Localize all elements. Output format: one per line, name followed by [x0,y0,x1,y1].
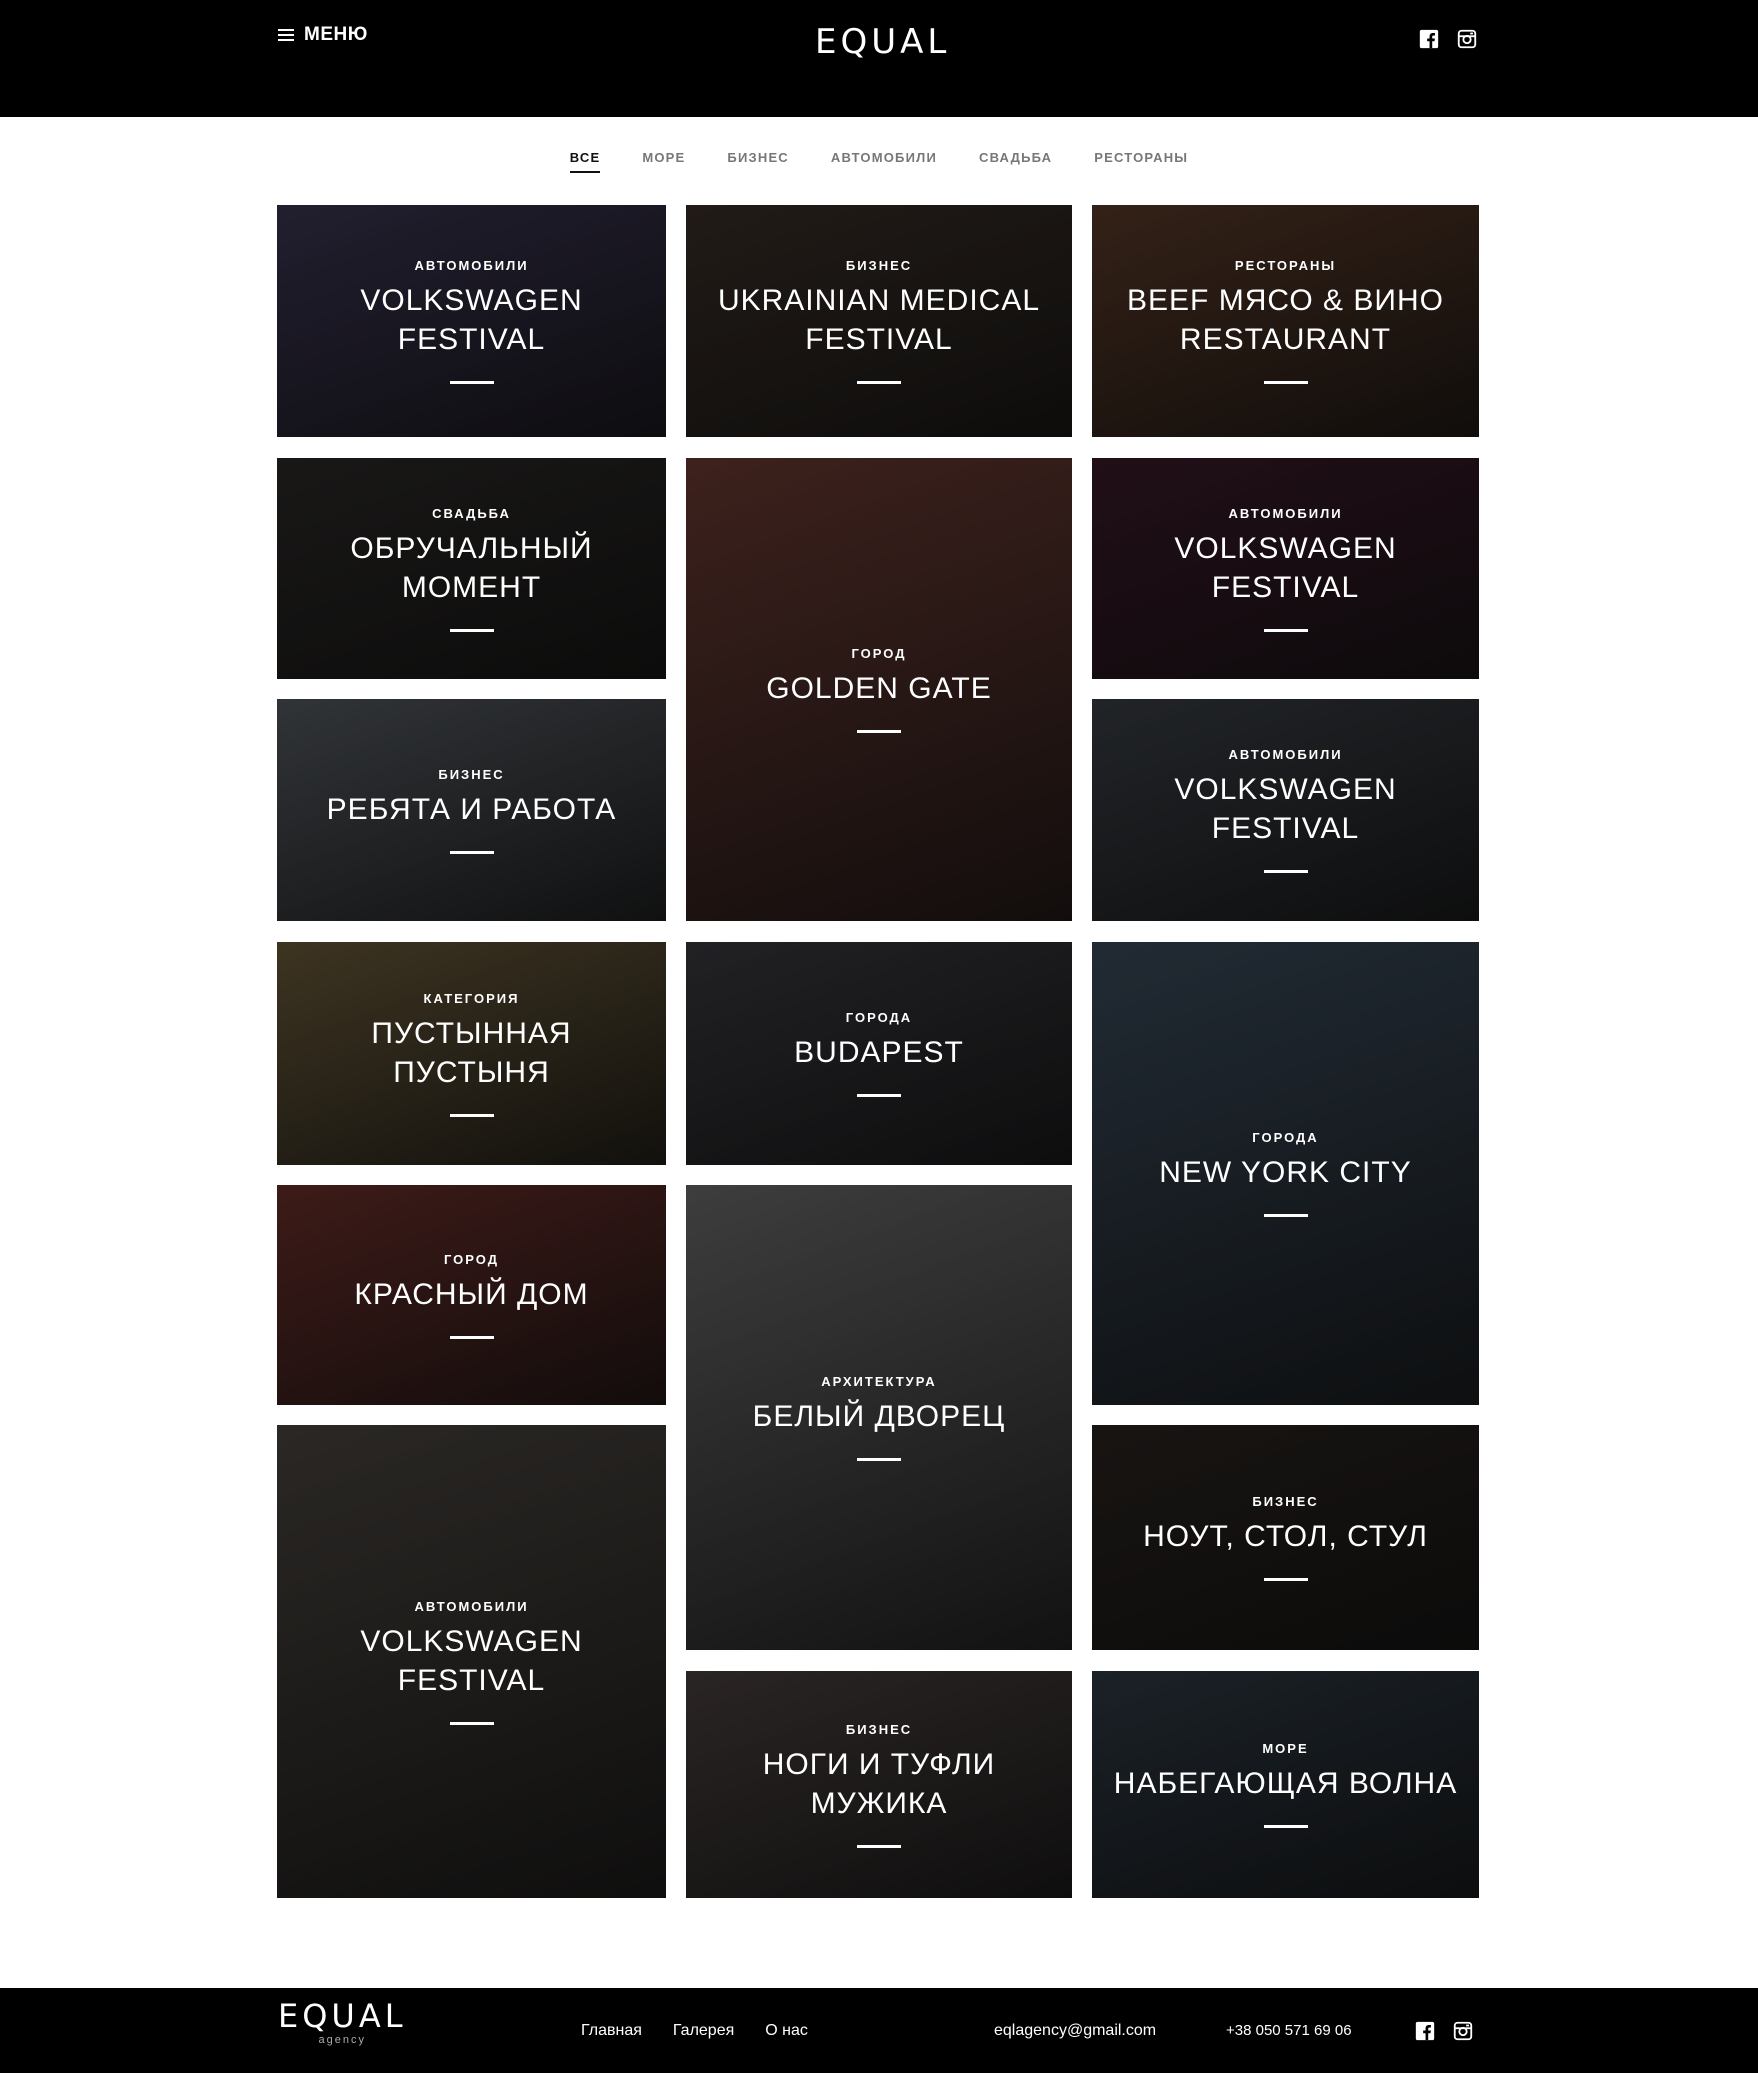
card-category: БИЗНЕС [438,766,505,782]
menu-button[interactable]: МЕНЮ [278,24,368,46]
gallery-card[interactable]: РЕСТОРАНЫ BEEF МЯСО & ВИНО RESTAURANT [1092,205,1479,437]
card-underline [449,850,494,854]
card-title: VOLKSWAGEN FESTIVAL [1174,773,1397,845]
tab-business[interactable]: БИЗНЕС [727,150,788,173]
gallery-card[interactable]: МОРЕ НАБЕГАЮЩАЯ ВОЛНА [1092,1671,1479,1898]
facebook-icon[interactable] [1418,28,1440,50]
card-underline [449,628,494,632]
card-title: VOLKSWAGEN FESTIVAL [1174,531,1397,604]
footer-link-about[interactable]: О нас [765,2022,808,2040]
card-category: АВТОМОБИЛИ [414,1598,529,1614]
card-category: КАТЕГОРИЯ [423,990,520,1006]
card-underline [857,1458,901,1461]
card-title: NEW YORK CITY [1159,1156,1412,1189]
menu-label: МЕНЮ [304,24,368,45]
gallery-card[interactable]: АВТОМОБИЛИ VOLKSWAGEN FESTIVAL [1092,699,1479,921]
instagram-icon[interactable] [1456,28,1478,50]
hamburger-icon [278,29,294,41]
card-underline [1263,381,1308,384]
card-category: БИЗНЕС [845,258,913,273]
gallery-card[interactable]: КАТЕГОРИЯ ПУСТЫННАЯ ПУСТЫНЯ [277,942,666,1165]
gallery-card[interactable]: ГОРОДА BUDAPEST [686,942,1072,1165]
card-title: BUDAPEST [794,1036,964,1069]
card-category: МОРЕ [1262,1741,1309,1756]
card-underline [1263,1825,1308,1828]
card-category: ГОРОД [851,646,907,661]
card-underline [1263,1214,1308,1217]
card-underline [449,381,494,384]
gallery-card[interactable]: ГОРОД GOLDEN GATE [686,458,1072,921]
card-category: ГОРОД [443,1251,499,1267]
card-underline [449,1113,494,1117]
gallery-card[interactable]: СВАДЬБА ОБРУЧАЛЬНЫЙ МОМЕНТ [277,458,666,679]
card-title: ОБРУЧАЛЬНЫЙ МОМЕНТ [350,531,593,604]
tab-sea[interactable]: МОРЕ [642,150,685,173]
card-title: НАБЕГАЮЩАЯ ВОЛНА [1113,1767,1458,1800]
card-title: КРАСНЫЙ ДОМ [354,1277,589,1311]
card-title: НОУТ, СТОЛ, СТУЛ [1143,1520,1428,1553]
footer-phone: +38 050 571 69 06 [1226,2022,1352,2039]
card-underline [857,1094,901,1097]
gallery-card[interactable]: БИЗНЕС НОУТ, СТОЛ, СТУЛ [1092,1425,1479,1650]
card-title: РЕБЯТА И РАБОТА [326,792,617,826]
card-title: БЕЛЫЙ ДВОРЕЦ [752,1400,1006,1433]
gallery-card[interactable]: ГОРОДА NEW YORK CITY [1092,942,1479,1405]
card-underline [857,730,901,733]
header-social-links [1418,28,1478,50]
card-title: GOLDEN GATE [766,672,992,705]
footer-link-home[interactable]: Главная [581,2022,642,2040]
card-title: VOLKSWAGEN FESTIVAL [360,284,583,356]
card-category: СВАДЬБА [432,505,511,521]
card-category: ГОРОДА [845,1010,913,1025]
card-category: АРХИТЕКТУРА [821,1374,937,1389]
card-title: ПУСТЫННАЯ ПУСТЫНЯ [371,1016,572,1089]
site-header: МЕНЮ EQUAL [0,0,1758,117]
card-category: АВТОМОБИЛИ [1228,747,1343,762]
gallery-card[interactable]: АВТОМОБИЛИ VOLKSWAGEN FESTIVAL [277,205,666,437]
card-underline [857,1844,901,1848]
gallery-card[interactable]: БИЗНЕС НОГИ И ТУФЛИ МУЖИКА [686,1671,1072,1898]
card-underline [1263,870,1308,873]
footer-email[interactable]: eqlagency@gmail.com [994,2022,1156,2040]
card-underline [857,381,901,384]
site-footer: EQUAL agency Главная Галерея О нас eqlag… [0,1988,1758,2073]
footer-social-links [1414,2020,1474,2042]
footer-logo-text: EQUAL [278,1997,407,2035]
site-logo[interactable]: EQUAL [815,22,946,62]
footer-nav: Главная Галерея О нас [581,2022,808,2040]
card-underline [1263,628,1308,632]
card-underline [1263,1578,1308,1581]
tab-restaurants[interactable]: РЕСТОРАНЫ [1094,150,1188,173]
gallery-card[interactable]: БИЗНЕС РЕБЯТА И РАБОТА [277,699,666,921]
gallery-card[interactable]: АВТОМОБИЛИ VOLKSWAGEN FESTIVAL [1092,458,1479,679]
tab-wedding[interactable]: СВАДЬБА [979,150,1052,173]
footer-logo-sub: agency [318,2034,367,2046]
gallery-card[interactable]: БИЗНЕС UKRAINIAN MEDICAL FESTIVAL [686,205,1072,437]
card-category: РЕСТОРАНЫ [1234,258,1337,273]
instagram-icon[interactable] [1452,2020,1474,2042]
card-title: UKRAINIAN MEDICAL FESTIVAL [717,284,1041,356]
card-title: BEEF МЯСО & ВИНО RESTAURANT [1127,284,1444,356]
card-category: ГОРОДА [1252,1130,1319,1145]
card-category: БИЗНЕС [845,1721,913,1737]
footer-link-gallery[interactable]: Галерея [673,2022,734,2040]
card-category: БИЗНЕС [1252,1494,1319,1509]
gallery-card[interactable]: ГОРОД КРАСНЫЙ ДОМ [277,1185,666,1405]
card-underline [449,1335,494,1339]
card-category: АВТОМОБИЛИ [1228,505,1343,521]
gallery-card[interactable]: АВТОМОБИЛИ VOLKSWAGEN FESTIVAL [277,1425,666,1898]
footer-logo[interactable]: EQUAL agency [278,1998,407,2046]
category-filter-tabs: ВСЕ МОРЕ БИЗНЕС АВТОМОБИЛИ СВАДЬБА РЕСТО… [0,150,1758,173]
facebook-icon[interactable] [1414,2020,1436,2042]
card-title: VOLKSWAGEN FESTIVAL [360,1624,583,1697]
gallery-card[interactable]: АРХИТЕКТУРА БЕЛЫЙ ДВОРЕЦ [686,1185,1072,1650]
card-category: АВТОМОБИЛИ [414,258,529,273]
tab-all[interactable]: ВСЕ [569,150,601,173]
tab-cars[interactable]: АВТОМОБИЛИ [831,150,937,173]
card-title: НОГИ И ТУФЛИ МУЖИКА [762,1747,996,1820]
card-underline [449,1721,494,1725]
